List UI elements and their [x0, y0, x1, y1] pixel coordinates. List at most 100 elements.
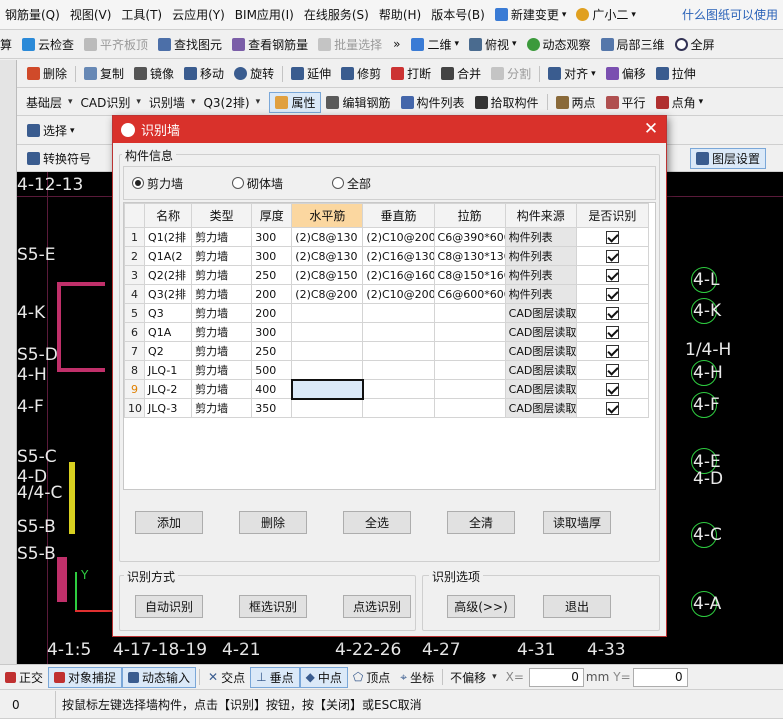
cell-tie[interactable]	[433, 379, 506, 399]
two-point-button[interactable]: 两点	[551, 91, 601, 113]
cell-name[interactable]: JLQ-3	[144, 398, 193, 418]
vertex-toggle[interactable]: ⬠ 顶点	[348, 666, 395, 688]
align-dropdown[interactable]: 对齐 ▾	[543, 63, 601, 85]
point-angle-dropdown[interactable]: 点角 ▾	[651, 91, 709, 113]
table-row[interactable]: 6 Q1A 剪力墙 300 CAD图层读取	[123, 322, 650, 342]
cell-type[interactable]: 剪力墙	[191, 398, 253, 418]
cell-vertical-rebar[interactable]	[362, 360, 435, 380]
cad-dropdown[interactable]: CAD识别	[77, 92, 145, 112]
table-row[interactable]: 3 Q2(2排 剪力墙 250 (2)C8@150 (2)C16@160 C8@150*16…	[123, 265, 650, 285]
table-row[interactable]: 4 Q3(2排 剪力墙 200 (2)C8@200 (2)C10@200 C6@600*60…	[123, 284, 650, 304]
cell-name[interactable]: Q3	[144, 303, 193, 323]
cell-vertical-rebar[interactable]	[362, 303, 435, 323]
menu-tools[interactable]: 工具(T)	[116, 4, 167, 26]
offset-button[interactable]: 偏移	[601, 63, 651, 85]
view-rebar-button[interactable]: 查看钢筋量	[227, 33, 313, 55]
table-row[interactable]: 7 Q2 剪力墙 250 CAD图层读取	[123, 341, 650, 361]
col-header-horizontal-rebar[interactable]: 水平筋	[291, 203, 364, 228]
cell-tie[interactable]	[433, 398, 506, 418]
cell-identify[interactable]	[575, 227, 650, 247]
component-list-button[interactable]: 构件列表	[396, 91, 470, 113]
cell-name[interactable]: Q2	[144, 341, 193, 361]
local-3d-button[interactable]: 局部三维	[596, 33, 670, 55]
cell-tie[interactable]	[433, 322, 506, 342]
box-identify-button[interactable]: 框选识别	[239, 595, 307, 618]
cell-identify[interactable]	[575, 265, 650, 285]
close-icon[interactable]: ✕	[636, 121, 666, 138]
edit-rebar-button[interactable]: 编辑钢筋	[321, 91, 395, 113]
cell-thickness[interactable]: 250	[251, 341, 293, 361]
table-row[interactable]: 2 Q1A(2 剪力墙 300 (2)C8@130 (2)C16@130 C8@130*13…	[123, 246, 650, 266]
find-element-button[interactable]: 查找图元	[153, 33, 227, 55]
menu-bim[interactable]: BIM应用(I)	[230, 4, 299, 26]
menu-cloud[interactable]: 云应用(Y)	[167, 4, 230, 26]
identify-checkbox[interactable]	[605, 325, 619, 339]
floor-dropdown[interactable]: 基础层	[22, 92, 77, 112]
col-header-name[interactable]: 名称	[144, 203, 193, 228]
x-input[interactable]: 0	[528, 667, 584, 687]
view-2d-dropdown[interactable]: 二维 ▾	[406, 33, 464, 55]
cell-name[interactable]: JLQ-2	[144, 379, 193, 399]
trim-button[interactable]: 修剪	[336, 63, 386, 85]
advanced-button[interactable]: 高级(>>)	[447, 595, 515, 618]
cell-identify[interactable]	[575, 379, 650, 399]
col-header-vertical-rebar[interactable]: 垂直筋	[362, 203, 435, 228]
align-slab-button[interactable]: 平齐板顶	[79, 33, 153, 55]
cell-source[interactable]: CAD图层读取	[504, 398, 577, 418]
identify-checkbox[interactable]	[605, 363, 619, 377]
cell-name[interactable]: Q3(2排	[144, 284, 193, 304]
dialog-titlebar[interactable]: 识别墙 ✕	[113, 116, 666, 143]
split-button[interactable]: 分割	[486, 63, 536, 85]
dynamic-view-button[interactable]: 动态观察	[522, 33, 596, 55]
cell-tie[interactable]	[433, 360, 506, 380]
table-row[interactable]: 9 JLQ-2 剪力墙 400 CAD图层读取	[123, 378, 650, 400]
identify-checkbox[interactable]	[605, 401, 619, 415]
dynamic-input-toggle[interactable]: 动态输入	[122, 666, 197, 688]
identify-checkbox[interactable]	[605, 268, 619, 282]
cloud-check-button[interactable]: 云检查	[17, 33, 79, 55]
table-row[interactable]: 5 Q3 剪力墙 200 CAD图层读取	[123, 303, 650, 323]
select-dropdown[interactable]: 选择 ▾	[22, 120, 80, 142]
table-row[interactable]: 1 Q1(2排 剪力墙 300 (2)C8@130 (2)C10@200 C6@390*60…	[123, 227, 650, 247]
identify-checkbox[interactable]	[605, 382, 619, 396]
cell-thickness[interactable]: 250	[251, 265, 293, 285]
cell-tie[interactable]: C8@130*130	[433, 246, 506, 266]
cell-horizontal-rebar[interactable]: (2)C8@130	[291, 246, 364, 266]
cell-thickness[interactable]: 500	[251, 360, 293, 380]
cell-horizontal-rebar[interactable]	[291, 322, 364, 342]
cell-type[interactable]: 剪力墙	[191, 379, 253, 399]
col-header-tie[interactable]: 拉筋	[433, 203, 506, 228]
table-row[interactable]: 8 JLQ-1 剪力墙 500 CAD图层读取	[123, 360, 650, 380]
cell-tie[interactable]: C6@390*600	[433, 227, 506, 247]
cell-thickness[interactable]: 200	[251, 284, 293, 304]
user-button[interactable]: 广小二 ▾	[571, 4, 641, 26]
cell-type[interactable]: 剪力墙	[191, 360, 253, 380]
cell-type[interactable]: 剪力墙	[191, 303, 253, 323]
cell-vertical-rebar[interactable]: (2)C16@160	[362, 265, 435, 285]
cell-horizontal-rebar[interactable]	[291, 341, 364, 361]
cell-source[interactable]: 构件列表	[504, 246, 577, 266]
parallel-button[interactable]: 平行	[601, 91, 651, 113]
element-dropdown[interactable]: Q3(2排)	[199, 92, 269, 112]
cell-type[interactable]: 剪力墙	[191, 284, 253, 304]
cell-tie[interactable]: C8@150*160	[433, 265, 506, 285]
cell-vertical-rebar[interactable]: (2)C10@200	[362, 227, 435, 247]
cell-identify[interactable]	[575, 398, 650, 418]
fullscreen-button[interactable]: 全屏	[670, 33, 720, 55]
cell-vertical-rebar[interactable]	[362, 398, 435, 418]
clear-all-button[interactable]: 全清	[447, 511, 515, 534]
exit-button[interactable]: 退出	[543, 595, 611, 618]
identify-checkbox[interactable]	[605, 287, 619, 301]
cell-type[interactable]: 剪力墙	[191, 322, 253, 342]
rotate-button[interactable]: 旋转	[229, 63, 279, 85]
cell-name[interactable]: Q2(2排	[144, 265, 193, 285]
perp-toggle[interactable]: ⊥ 垂点	[250, 666, 300, 688]
cell-source[interactable]: CAD图层读取	[504, 322, 577, 342]
cell-source[interactable]: CAD图层读取	[504, 303, 577, 323]
cell-horizontal-rebar[interactable]	[290, 378, 364, 400]
cell-thickness[interactable]: 350	[251, 398, 293, 418]
stretch-button[interactable]: 拉伸	[651, 63, 701, 85]
col-header-thickness[interactable]: 厚度	[251, 203, 293, 228]
delete-button[interactable]: 删除	[22, 63, 72, 85]
radio-all[interactable]: 全部	[332, 175, 432, 192]
